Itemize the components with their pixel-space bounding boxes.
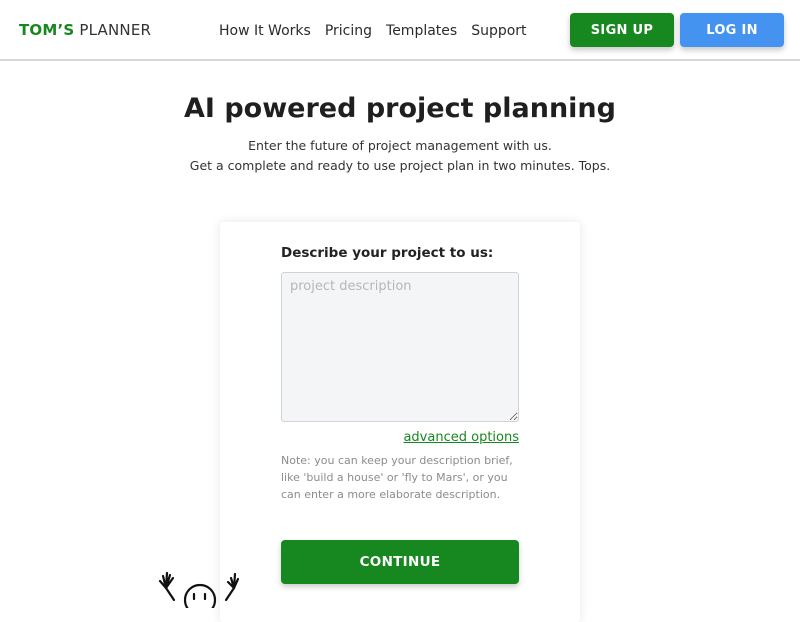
project-form-card: Describe your project to us: advanced op… (220, 222, 580, 622)
hero-subtitle-line-2: Get a complete and ready to use project … (189, 158, 611, 173)
waving-smiley-doodle-icon (158, 571, 240, 608)
logo-text-strong: TOM’S (19, 21, 75, 39)
nav-support[interactable]: Support (471, 22, 526, 40)
logo-text-light: PLANNER (79, 21, 152, 39)
description-note: Note: you can keep your description brie… (281, 454, 513, 501)
log-in-button[interactable]: LOG IN (680, 13, 784, 47)
main-nav: How It Works Pricing Templates Support (219, 22, 527, 40)
nav-how-it-works[interactable]: How It Works (219, 22, 311, 40)
continue-button[interactable]: CONTINUE (281, 540, 519, 584)
top-navigation-bar: TOM’S PLANNER How It Works Pricing Templ… (0, 0, 800, 61)
brand-logo[interactable]: TOM’S PLANNER (19, 21, 151, 39)
advanced-options-link[interactable]: advanced options (281, 430, 519, 445)
description-label: Describe your project to us: (281, 245, 494, 261)
nav-pricing[interactable]: Pricing (325, 22, 372, 40)
page-title: AI powered project planning (184, 93, 616, 124)
sign-up-button[interactable]: SIGN UP (570, 13, 674, 47)
project-description-input[interactable] (281, 272, 519, 422)
nav-templates[interactable]: Templates (386, 22, 457, 40)
hero-subtitle-line-1: Enter the future of project management w… (248, 138, 552, 153)
